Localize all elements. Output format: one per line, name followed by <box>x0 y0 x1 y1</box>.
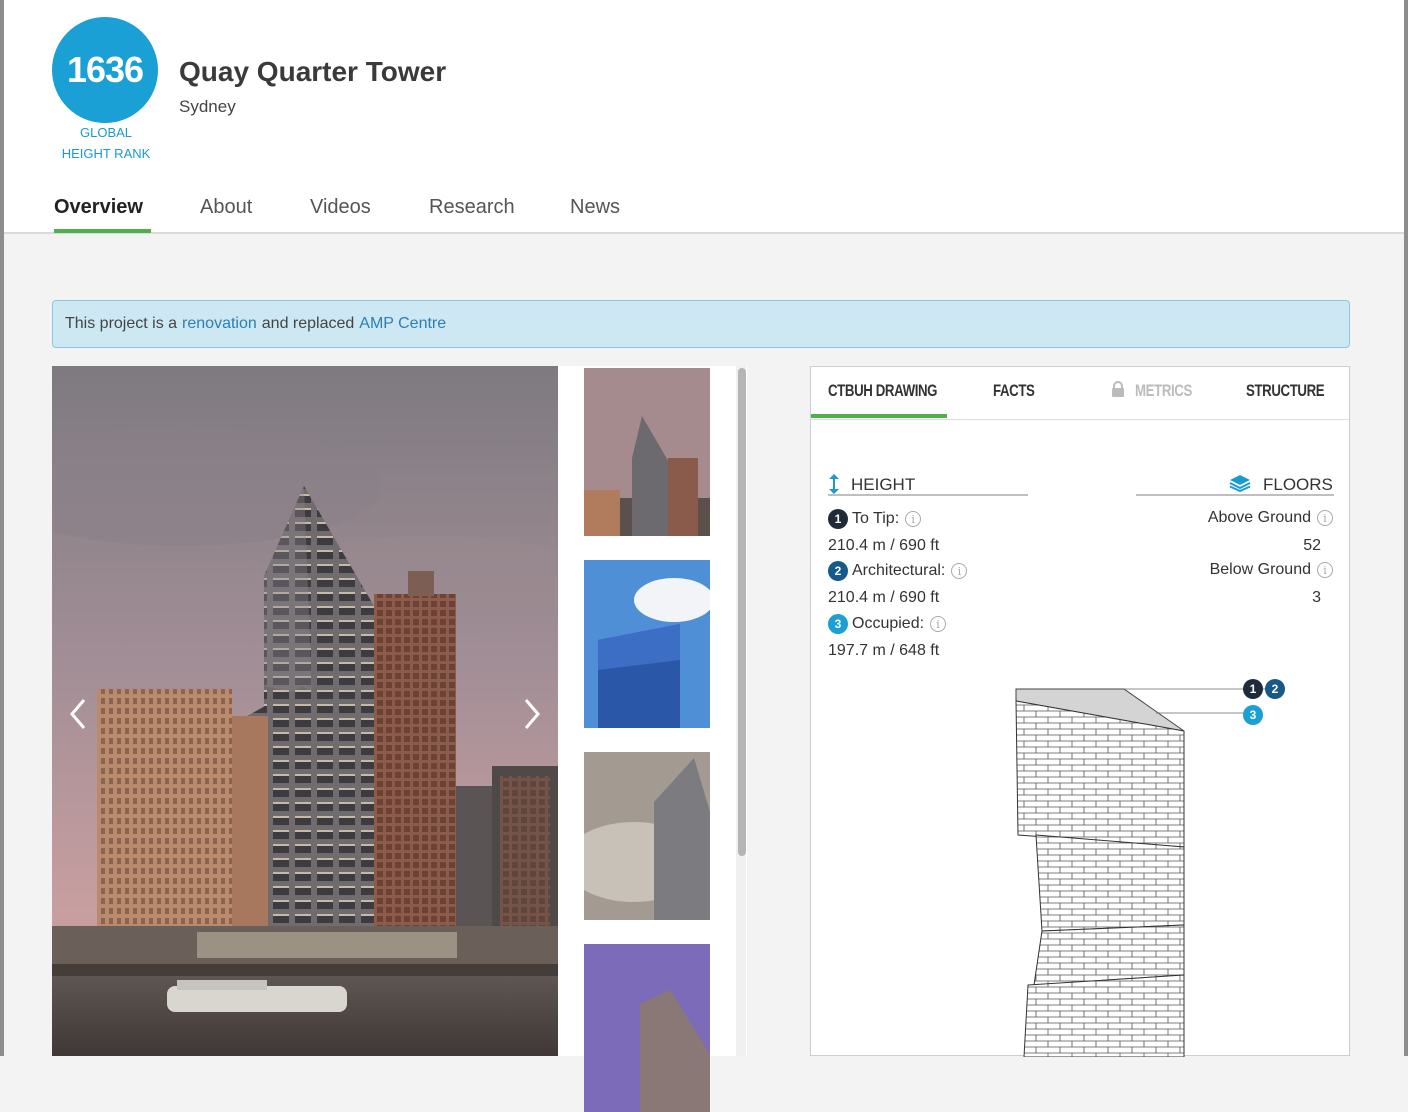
height-arrow-icon <box>829 474 839 494</box>
height-rank-badge: 1636 <box>52 17 158 123</box>
lock-icon <box>1112 381 1124 397</box>
thumbnail-4[interactable] <box>584 944 710 1112</box>
occupied-label: Occupied: <box>852 615 925 632</box>
tab-videos[interactable]: Videos <box>310 196 371 219</box>
tab-ctbuh-drawing[interactable]: CTBUH DRAWING <box>828 381 938 401</box>
height-divider <box>828 494 1028 496</box>
window-frame-right <box>1404 0 1408 1056</box>
notice-text-middle: and replaced <box>261 315 355 332</box>
panel-tabs: CTBUH DRAWING FACTS METRICS STRUCTURE <box>811 367 1349 420</box>
above-ground-value: 52 <box>1303 537 1321 554</box>
photo-gallery <box>52 366 747 1112</box>
drawing-marker-1: 1 <box>1243 679 1263 699</box>
chevron-right-icon <box>524 699 540 729</box>
prev-photo-button[interactable] <box>64 696 94 732</box>
architectural-value: 210.4 m / 690 ft <box>828 589 940 606</box>
drawing-marker-3: 3 <box>1243 705 1263 725</box>
architectural-row: 2 Architectural: i <box>828 561 968 581</box>
above-ground-label: Above Ground <box>1207 509 1311 526</box>
page-header: 1636 GLOBAL HEIGHT RANK Quay Quarter Tow… <box>4 0 1404 234</box>
drawing-marker-2: 2 <box>1265 679 1285 699</box>
floors-section-title: FLOORS <box>1263 475 1333 494</box>
above-ground-row: Above Ground i <box>1111 509 1333 527</box>
marker-1-badge: 1 <box>828 509 848 529</box>
architectural-label: Architectural: <box>852 562 946 579</box>
panel-active-tab-indicator <box>811 414 947 418</box>
renovation-notice: This project is a renovation and replace… <box>52 300 1350 348</box>
amp-centre-link[interactable]: AMP Centre <box>359 315 446 333</box>
active-tab-indicator <box>54 229 151 233</box>
notice-text-start: This project is a <box>65 315 178 332</box>
marker-3-badge: 3 <box>828 614 848 634</box>
next-photo-button[interactable] <box>516 696 546 732</box>
ctbuh-building-drawing <box>1015 688 1271 1057</box>
to-tip-value: 210.4 m / 690 ft <box>828 537 940 554</box>
info-icon[interactable]: i <box>905 511 922 527</box>
thumbnail-scrollbar-thumb[interactable] <box>738 368 746 856</box>
info-icon[interactable]: i <box>951 563 968 579</box>
to-tip-label: To Tip: <box>852 510 900 527</box>
renovation-link[interactable]: renovation <box>182 315 257 333</box>
marker-2-badge: 2 <box>828 561 848 581</box>
floors-layers-icon <box>1229 475 1251 492</box>
rank-number: 1636 <box>66 49 144 90</box>
below-ground-value: 3 <box>1312 589 1321 606</box>
height-section-title: HEIGHT <box>851 475 916 494</box>
occupied-value: 197.7 m / 648 ft <box>828 642 940 659</box>
to-tip-row: 1 To Tip: i <box>828 509 922 529</box>
info-icon[interactable]: i <box>1317 510 1333 526</box>
below-ground-label: Below Ground <box>1209 561 1311 578</box>
tab-overview[interactable]: Overview <box>54 196 143 219</box>
rank-label-line1: GLOBAL <box>79 125 133 140</box>
thumbnail-1[interactable] <box>584 368 710 536</box>
thumbnail-3[interactable] <box>584 752 710 920</box>
tab-structure[interactable]: STRUCTURE <box>1246 381 1325 401</box>
tab-news[interactable]: News <box>570 196 620 219</box>
tab-about[interactable]: About <box>200 196 252 219</box>
tab-metrics[interactable]: METRICS <box>1135 381 1192 401</box>
tab-research[interactable]: Research <box>429 196 515 219</box>
tab-facts[interactable]: FACTS <box>993 381 1035 401</box>
building-title: Quay Quarter Tower <box>179 56 447 87</box>
building-data-panel: CTBUH DRAWING FACTS METRICS STRUCTURE HE… <box>810 366 1350 1057</box>
chevron-left-icon <box>70 699 86 729</box>
info-icon[interactable]: i <box>930 616 947 632</box>
below-ground-row: Below Ground i <box>1111 561 1333 579</box>
info-icon[interactable]: i <box>1317 562 1333 578</box>
occupied-row: 3 Occupied: i <box>828 614 947 634</box>
floors-divider <box>1136 494 1334 496</box>
building-city: Sydney <box>179 97 236 116</box>
main-photo[interactable] <box>52 366 558 1056</box>
rank-label-line2: HEIGHT RANK <box>61 146 151 161</box>
thumbnail-2[interactable] <box>584 560 710 728</box>
